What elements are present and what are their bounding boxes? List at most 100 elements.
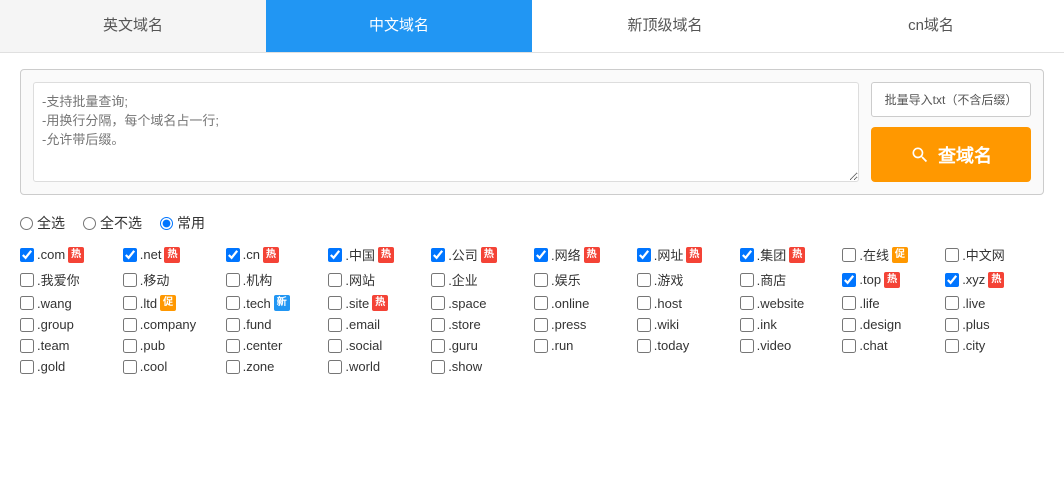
domain-item: .中文网 xyxy=(945,245,1044,264)
domain-item: .guru xyxy=(431,338,530,353)
domain-checkbox[interactable] xyxy=(945,296,959,310)
domain-checkbox[interactable] xyxy=(637,339,651,353)
radio-label-none: 全不选 xyxy=(100,213,142,233)
search-right: 批量导入txt（不含后缀） 查域名 xyxy=(871,82,1031,182)
domain-checkbox[interactable] xyxy=(637,273,651,287)
domain-item: .我爱你 xyxy=(20,270,119,289)
domain-checkbox[interactable] xyxy=(842,339,856,353)
domain-checkbox[interactable] xyxy=(123,248,137,262)
domain-name: .plus xyxy=(962,317,989,332)
import-button[interactable]: 批量导入txt（不含后缀） xyxy=(871,82,1031,117)
domain-badge: 热 xyxy=(481,247,497,263)
tab-english[interactable]: 英文域名 xyxy=(0,0,266,52)
domain-checkbox[interactable] xyxy=(842,273,856,287)
domain-checkbox[interactable] xyxy=(328,273,342,287)
tab-cn[interactable]: cn域名 xyxy=(798,0,1064,52)
radio-input-none[interactable] xyxy=(83,217,96,230)
domain-checkbox[interactable] xyxy=(945,339,959,353)
domain-checkbox[interactable] xyxy=(534,318,548,332)
domain-name: .移动 xyxy=(140,270,170,289)
domain-name: .中文网 xyxy=(962,245,1005,264)
radio-input-common[interactable] xyxy=(160,217,173,230)
domain-checkbox[interactable] xyxy=(123,296,137,310)
domain-checkbox[interactable] xyxy=(328,318,342,332)
domain-checkbox[interactable] xyxy=(534,248,548,262)
domain-item: .网址热 xyxy=(637,245,736,264)
domain-checkbox[interactable] xyxy=(20,248,34,262)
tabs-container: 英文域名中文域名新顶级域名cn域名 xyxy=(0,0,1064,53)
domain-checkbox[interactable] xyxy=(226,273,240,287)
domain-item: .公司热 xyxy=(431,245,530,264)
domain-checkbox[interactable] xyxy=(431,360,445,374)
domain-name: .com xyxy=(37,247,65,262)
domain-name: .中国 xyxy=(345,245,375,264)
domain-checkbox[interactable] xyxy=(123,339,137,353)
domain-checkbox[interactable] xyxy=(842,318,856,332)
radio-all[interactable]: 全选 xyxy=(20,213,65,233)
domain-checkbox[interactable] xyxy=(431,248,445,262)
domain-badge: 促 xyxy=(160,295,176,311)
domain-name: .游戏 xyxy=(654,270,684,289)
domain-name: .企业 xyxy=(448,270,478,289)
domain-checkbox[interactable] xyxy=(534,273,548,287)
domain-checkbox[interactable] xyxy=(226,296,240,310)
domain-checkbox[interactable] xyxy=(123,273,137,287)
domain-checkbox[interactable] xyxy=(226,339,240,353)
domain-input[interactable] xyxy=(33,82,859,182)
domain-item: .show xyxy=(431,359,530,374)
tab-newtld[interactable]: 新顶级域名 xyxy=(532,0,798,52)
domain-checkbox[interactable] xyxy=(20,273,34,287)
domain-checkbox[interactable] xyxy=(740,248,754,262)
radio-none[interactable]: 全不选 xyxy=(83,213,142,233)
domain-checkbox[interactable] xyxy=(328,360,342,374)
domain-checkbox[interactable] xyxy=(842,296,856,310)
tab-chinese[interactable]: 中文域名 xyxy=(266,0,532,52)
domain-checkbox[interactable] xyxy=(123,360,137,374)
domain-checkbox[interactable] xyxy=(945,318,959,332)
domain-checkbox[interactable] xyxy=(123,318,137,332)
domain-checkbox[interactable] xyxy=(637,296,651,310)
domain-checkbox[interactable] xyxy=(20,296,34,310)
domain-checkbox[interactable] xyxy=(328,296,342,310)
domain-item: .娱乐 xyxy=(534,270,633,289)
domain-item: .social xyxy=(328,338,427,353)
domain-checkbox[interactable] xyxy=(431,318,445,332)
domain-name: .press xyxy=(551,317,586,332)
domain-checkbox[interactable] xyxy=(431,296,445,310)
domain-checkbox[interactable] xyxy=(637,318,651,332)
domain-checkbox[interactable] xyxy=(534,339,548,353)
domain-name: .zone xyxy=(243,359,275,374)
domain-checkbox[interactable] xyxy=(945,273,959,287)
domain-checkbox[interactable] xyxy=(226,318,240,332)
domain-name: .fund xyxy=(243,317,272,332)
domain-checkbox[interactable] xyxy=(945,248,959,262)
domain-checkbox[interactable] xyxy=(534,296,548,310)
domain-item: .group xyxy=(20,317,119,332)
domain-item: .website xyxy=(740,295,839,311)
domain-checkbox[interactable] xyxy=(740,296,754,310)
domain-checkbox[interactable] xyxy=(431,273,445,287)
domain-name: .xyz xyxy=(962,272,985,287)
domain-name: .chat xyxy=(859,338,887,353)
domain-item: .tech新 xyxy=(226,295,325,311)
search-box: 批量导入txt（不含后缀） 查域名 xyxy=(20,69,1044,195)
domain-checkbox[interactable] xyxy=(431,339,445,353)
domain-name: .pub xyxy=(140,338,165,353)
domain-checkbox[interactable] xyxy=(20,318,34,332)
domain-checkbox[interactable] xyxy=(226,248,240,262)
domain-checkbox[interactable] xyxy=(740,273,754,287)
domain-checkbox[interactable] xyxy=(740,339,754,353)
search-button[interactable]: 查域名 xyxy=(871,127,1031,182)
domain-checkbox[interactable] xyxy=(226,360,240,374)
domain-checkbox[interactable] xyxy=(20,360,34,374)
domain-checkbox[interactable] xyxy=(842,248,856,262)
domain-item: .company xyxy=(123,317,222,332)
domain-name: .网站 xyxy=(345,270,375,289)
domain-checkbox[interactable] xyxy=(20,339,34,353)
radio-input-all[interactable] xyxy=(20,217,33,230)
domain-checkbox[interactable] xyxy=(637,248,651,262)
domain-checkbox[interactable] xyxy=(328,248,342,262)
domain-checkbox[interactable] xyxy=(328,339,342,353)
domain-checkbox[interactable] xyxy=(740,318,754,332)
radio-common[interactable]: 常用 xyxy=(160,213,205,233)
